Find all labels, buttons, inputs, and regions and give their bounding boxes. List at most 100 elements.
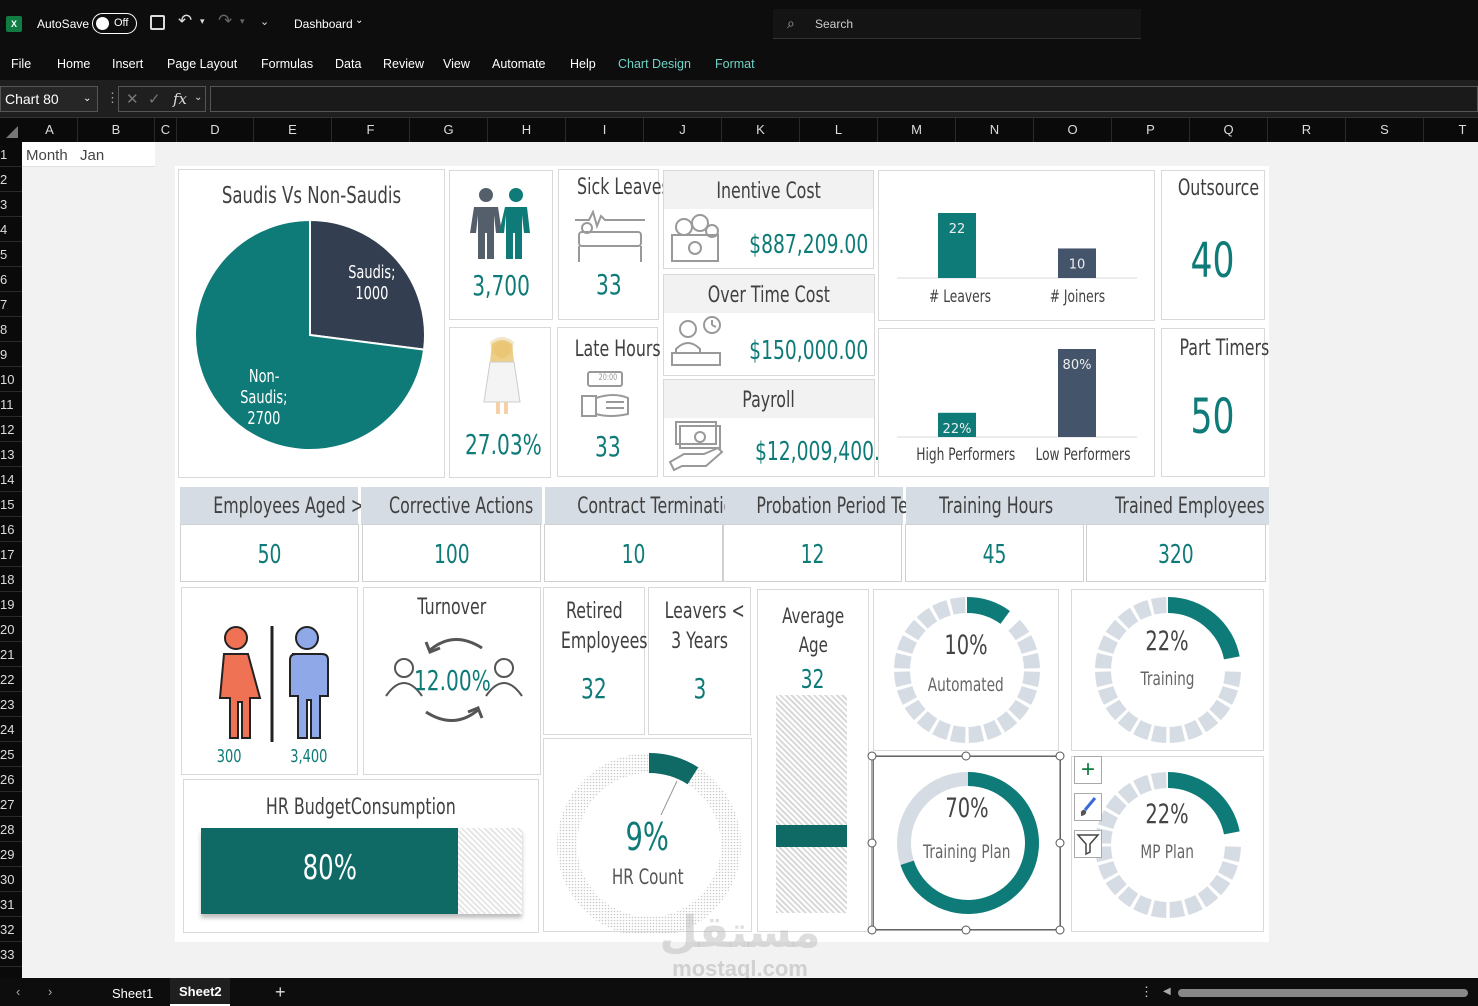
part-timers-card[interactable]: Part Timers 50: [1161, 328, 1269, 477]
row-header[interactable]: 16: [0, 517, 22, 542]
tab-data[interactable]: Data: [335, 57, 361, 71]
resize-handle[interactable]: [961, 925, 971, 935]
row-header[interactable]: 10: [0, 367, 22, 392]
incentive-cost-card[interactable]: Inentive Cost $887,209.00: [663, 170, 874, 269]
resize-handle[interactable]: [1055, 838, 1065, 848]
cell-a1[interactable]: Month: [26, 147, 68, 164]
automated-donut-card[interactable]: 10% Automated: [873, 589, 1059, 751]
redo-dropdown-icon[interactable]: ▾: [240, 16, 245, 27]
column-header[interactable]: J: [644, 118, 722, 142]
row-header[interactable]: 4: [0, 217, 22, 242]
chart-styles-brush-icon[interactable]: [1074, 793, 1102, 821]
tab-page-layout[interactable]: Page Layout: [167, 57, 237, 71]
column-header[interactable]: C: [155, 118, 177, 142]
row-header[interactable]: 27: [0, 792, 22, 817]
save-icon[interactable]: [150, 15, 165, 30]
kpi-value-aged-50[interactable]: 50: [180, 524, 359, 582]
insert-function-icon[interactable]: fx: [173, 90, 187, 108]
row-header[interactable]: 25: [0, 742, 22, 767]
file-name[interactable]: Dashboard: [294, 17, 353, 31]
tab-format[interactable]: Format: [715, 57, 755, 71]
column-header[interactable]: K: [722, 118, 800, 142]
undo-icon[interactable]: ↶: [178, 11, 192, 31]
redo-icon[interactable]: ↷: [218, 11, 232, 31]
sick-leaves-card[interactable]: Sick Leaves 33: [558, 169, 670, 320]
female-percentage-card[interactable]: 27.03%: [449, 327, 551, 478]
resize-handle[interactable]: [1055, 751, 1065, 761]
column-header[interactable]: F: [332, 118, 410, 142]
tab-help[interactable]: Help: [570, 57, 596, 71]
donut-filled-segment[interactable]: [967, 597, 1010, 624]
tab-insert[interactable]: Insert: [112, 57, 143, 71]
autosave-toggle[interactable]: Off: [92, 13, 137, 34]
chart-filters-funnel-icon[interactable]: [1074, 830, 1102, 858]
training-donut-card[interactable]: 22% Training: [1071, 589, 1264, 751]
row-header[interactable]: 22: [0, 667, 22, 692]
resize-handle[interactable]: [961, 751, 971, 761]
overtime-cost-card[interactable]: Over Time Cost $150,000.00: [663, 274, 875, 376]
row-header[interactable]: 2: [0, 167, 22, 192]
row-header[interactable]: 23: [0, 692, 22, 717]
tab-automate[interactable]: Automate: [492, 57, 546, 71]
payroll-card[interactable]: Payroll $12,009,400.00: [663, 379, 904, 477]
column-header[interactable]: R: [1268, 118, 1346, 142]
row-header[interactable]: 3: [0, 192, 22, 217]
column-header[interactable]: I: [566, 118, 644, 142]
formula-input[interactable]: [210, 86, 1478, 112]
cell-b1[interactable]: Jan: [80, 147, 104, 164]
row-header[interactable]: 21: [0, 642, 22, 667]
column-header[interactable]: L: [800, 118, 878, 142]
add-sheet-icon[interactable]: +: [275, 982, 286, 1003]
chart-elements-plus-icon[interactable]: +: [1074, 756, 1102, 784]
select-all-corner[interactable]: [0, 118, 22, 142]
column-header[interactable]: S: [1346, 118, 1424, 142]
file-name-dropdown-icon[interactable]: ⌄: [355, 15, 363, 26]
kpi-value-trained-employees[interactable]: 320: [1086, 524, 1266, 582]
pie-chart-card[interactable]: Saudis Vs Non-Saudis Saudis; 1000 Non- S…: [178, 169, 445, 478]
row-header[interactable]: 24: [0, 717, 22, 742]
gender-card[interactable]: 300 3,400: [181, 587, 358, 775]
row-header[interactable]: 18: [0, 567, 22, 592]
column-header[interactable]: M: [878, 118, 956, 142]
row-header[interactable]: 30: [0, 867, 22, 892]
hr-budget-card[interactable]: HR BudgetConsumption 80%: [183, 779, 539, 933]
column-header[interactable]: Q: [1190, 118, 1268, 142]
row-header[interactable]: 26: [0, 767, 22, 792]
resize-handle[interactable]: [867, 925, 877, 935]
hr-count-card[interactable]: 9% HR Count: [543, 738, 752, 933]
column-header[interactable]: T: [1424, 118, 1478, 142]
customize-toolbar-icon[interactable]: ⌄: [260, 15, 269, 28]
row-header[interactable]: 33: [0, 942, 22, 967]
scroll-tabs-left-icon[interactable]: ‹: [16, 984, 20, 999]
kpi-value-probation[interactable]: 12: [723, 524, 902, 582]
name-box-dropdown-icon[interactable]: ⌄: [83, 87, 91, 111]
row-header[interactable]: 8: [0, 317, 22, 342]
column-header[interactable]: D: [177, 118, 254, 142]
column-header[interactable]: B: [78, 118, 155, 142]
tab-chart-design[interactable]: Chart Design: [618, 57, 691, 71]
search-box[interactable]: ⌕ Search: [773, 9, 1141, 39]
formula-dropdown-icon[interactable]: ⌄: [194, 92, 202, 103]
row-header[interactable]: 28: [0, 817, 22, 842]
tab-review[interactable]: Review: [383, 57, 424, 71]
horizontal-scrollbar[interactable]: [1178, 989, 1468, 997]
row-header[interactable]: 6: [0, 267, 22, 292]
performers-chart[interactable]: 22% 80% High Performers Low Performers: [878, 328, 1155, 477]
row-header[interactable]: 9: [0, 342, 22, 367]
resize-handle[interactable]: [867, 751, 877, 761]
cancel-icon[interactable]: ✕: [126, 90, 139, 108]
scroll-left-icon[interactable]: ◀: [1163, 986, 1171, 997]
row-header[interactable]: 5: [0, 242, 22, 267]
resize-handle[interactable]: [867, 838, 877, 848]
column-header[interactable]: H: [488, 118, 566, 142]
row-header[interactable]: 32: [0, 917, 22, 942]
leavers-3-years-card[interactable]: Leavers < 3 Years 3: [648, 587, 751, 735]
kpi-value-training-hours[interactable]: 45: [905, 524, 1084, 582]
retired-employees-card[interactable]: Retired Employees 32: [543, 587, 648, 735]
column-header[interactable]: P: [1112, 118, 1190, 142]
scroll-tabs-right-icon[interactable]: ›: [48, 984, 52, 999]
tab-formulas[interactable]: Formulas: [261, 57, 313, 71]
column-header[interactable]: G: [410, 118, 488, 142]
outsource-card[interactable]: Outsource 40: [1161, 170, 1265, 320]
sheet-tab-1[interactable]: Sheet1: [112, 986, 153, 1001]
